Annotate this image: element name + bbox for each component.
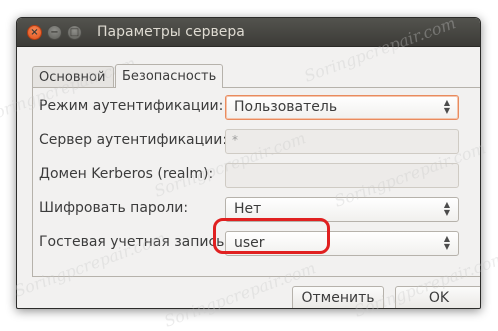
tab-basic[interactable]: Основной: [32, 66, 114, 88]
tab-security[interactable]: Безопасность: [115, 64, 223, 88]
cancel-button[interactable]: Отменить: [292, 286, 384, 308]
window-title: Параметры сервера: [97, 24, 245, 40]
auth-mode-select[interactable]: Пользователь ▲ ▼: [225, 95, 459, 120]
ok-button[interactable]: OK: [395, 286, 480, 308]
guest-label: Гостевая учетная запись:: [39, 234, 230, 250]
kerberos-field[interactable]: [225, 163, 459, 188]
auth-server-value: *: [232, 133, 238, 147]
close-icon[interactable]: ×: [27, 25, 42, 40]
server-settings-dialog: × − □ Параметры сервера Основной Безопас…: [16, 17, 481, 309]
auth-mode-label: Режим аутентификации:: [39, 98, 224, 114]
auth-server-field[interactable]: *: [225, 129, 459, 154]
highlight-annotation: [213, 218, 330, 254]
auth-server-label: Сервер аутентификации:: [39, 132, 228, 148]
kerberos-label: Домен Kerberos (realm):: [39, 166, 214, 182]
encrypt-label: Шифровать пароли:: [39, 200, 189, 216]
updown-arrows-icon: ▲ ▼: [443, 200, 451, 217]
encrypt-value: Нет: [234, 201, 262, 217]
title-bar: × − □ Параметры сервера: [17, 18, 480, 47]
updown-arrows-icon: ▲ ▼: [443, 98, 451, 115]
minimize-icon[interactable]: −: [47, 25, 62, 40]
auth-mode-value: Пользователь: [234, 99, 338, 115]
maximize-icon[interactable]: □: [67, 25, 82, 40]
updown-arrows-icon: ▲ ▼: [443, 234, 451, 251]
